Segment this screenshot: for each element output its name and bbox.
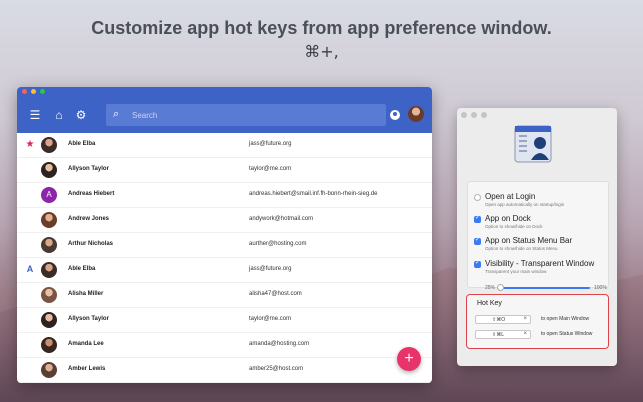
home-icon[interactable]: ⌂ [52, 108, 66, 122]
list-item[interactable]: Allyson Taylor taylor@me.com [17, 158, 432, 183]
toolbar: ☰ ⌂ ⚙ ⌕ [17, 96, 432, 133]
section-letter: A [26, 264, 34, 274]
headline: Customize app hot keys from app preferen… [91, 18, 552, 38]
contact-name: Andreas Hiebert [68, 191, 115, 197]
contact-email: amber25@host.com [249, 366, 304, 372]
preferences-window: Open at Login Open app automatically on … [457, 108, 617, 366]
contact-email: amanda@hosting.com [249, 341, 310, 347]
user-icon[interactable] [390, 110, 400, 120]
avatar-letter: A [41, 187, 57, 203]
app-contacts-icon [514, 125, 552, 163]
minimize-window-button[interactable] [31, 89, 36, 94]
list-item[interactable]: ★ Able Elba jass@future.org [17, 133, 432, 158]
minimize-window-button[interactable] [471, 112, 477, 118]
hotkey-value: ⇧⌘O [492, 317, 506, 323]
contact-email: andywork@hotmail.com [249, 216, 314, 222]
main-window-hotkey-field[interactable]: ⇧⌘O × [475, 315, 531, 324]
status-menu-bar-checkbox[interactable] [474, 236, 481, 245]
avatar [41, 212, 57, 228]
open-at-login-radio[interactable] [474, 194, 481, 201]
avatar [41, 362, 57, 378]
list-item[interactable]: Andrew Jones andywork@hotmail.com [17, 208, 432, 233]
zoom-window-button[interactable] [40, 89, 45, 94]
transparency-slider-knob[interactable] [497, 284, 504, 291]
hot-key-panel: Hot Key ⇧⌘O × to open Main Window ⇧⌘L × … [466, 294, 609, 349]
list-item[interactable]: A Able Elba jass@future.org [17, 258, 432, 283]
list-item[interactable]: Amanda Lee amanda@hosting.com [17, 333, 432, 358]
option-title: App on Status Menu Bar [485, 236, 573, 245]
contact-email: taylor@me.com [249, 316, 292, 322]
contact-email: aurther@hosting.com [249, 241, 307, 247]
contact-name: Andrew Jones [68, 216, 110, 222]
contact-email: jass@future.org [249, 141, 292, 147]
main-window-hotkey-row: ⇧⌘O × to open Main Window [475, 315, 605, 325]
search-input[interactable] [132, 107, 372, 123]
hotkey-description: to open Status Window [541, 331, 593, 337]
slider-max-label: 100% [594, 285, 607, 291]
contact-email: jass@future.org [249, 266, 292, 272]
option-title: App on Dock [485, 214, 531, 223]
close-window-button[interactable] [22, 89, 27, 94]
option-title: Open at Login [485, 192, 536, 201]
option-title: Visibility - Transparent Window [485, 259, 595, 268]
contact-email: alisha47@host.com [249, 291, 302, 297]
shortcut-text: ⌘+, [304, 42, 339, 61]
option-subtitle: Open app automatically on startup/login [485, 202, 565, 207]
contact-name: Able Elba [68, 141, 96, 147]
search-bar: ⌕ [106, 104, 386, 126]
avatar [41, 237, 57, 253]
contact-name: Arthur Nicholas [68, 241, 114, 247]
hotkey-description: to open Main Window [541, 316, 590, 322]
zoom-window-button[interactable] [481, 112, 487, 118]
add-contact-button[interactable]: + [397, 347, 421, 371]
menu-icon[interactable]: ☰ [28, 108, 42, 122]
avatar[interactable] [408, 106, 424, 122]
contact-list: ★ Able Elba jass@future.org Allyson Tayl… [17, 133, 432, 383]
contact-name: Able Elba [68, 266, 96, 272]
list-item[interactable]: A Andreas Hiebert andreas.hiebert@smail.… [17, 183, 432, 208]
close-window-button[interactable] [461, 112, 467, 118]
list-item[interactable]: Alisha Miller alisha47@host.com [17, 283, 432, 308]
list-item[interactable]: Amber Lewis amber25@host.com [17, 358, 432, 383]
title-bar [17, 87, 432, 96]
contact-name: Allyson Taylor [68, 166, 109, 172]
status-window-hotkey-row: ⇧⌘L × to open Status Window [475, 330, 605, 340]
transparent-window-option[interactable]: Visibility - Transparent Window Transpar… [474, 259, 608, 291]
clear-hotkey-button[interactable]: × [523, 316, 527, 322]
contact-email: taylor@me.com [249, 166, 292, 172]
list-item[interactable]: Allyson Taylor taylor@me.com [17, 308, 432, 333]
transparency-slider-track[interactable] [497, 287, 590, 289]
avatar [41, 262, 57, 278]
option-subtitle: Option to show/hide on Status Menu [485, 246, 558, 251]
gear-icon[interactable]: ⚙ [74, 108, 88, 122]
avatar [41, 337, 57, 353]
avatar [41, 162, 57, 178]
star-icon: ★ [25, 139, 35, 150]
option-subtitle: Option to show/hide on Dock [485, 224, 543, 229]
general-options-panel: Open at Login Open app automatically on … [467, 181, 609, 291]
main-window: ☰ ⌂ ⚙ ⌕ ★ Able Elba jass@future.org Ally… [17, 87, 432, 383]
slider-min-label: 25% [485, 285, 496, 291]
status-window-hotkey-field[interactable]: ⇧⌘L × [475, 330, 531, 339]
avatar [41, 137, 57, 153]
app-on-dock-checkbox[interactable] [474, 214, 481, 223]
list-item[interactable]: Arthur Nicholas aurther@hosting.com [17, 233, 432, 258]
contact-email: andreas.hiebert@smail.inf.fh-bonn-rhein-… [249, 191, 378, 197]
clear-hotkey-button[interactable]: × [523, 331, 527, 337]
contact-name: Amanda Lee [68, 341, 104, 347]
search-icon: ⌕ [113, 108, 120, 120]
contact-name: Alisha Miller [68, 291, 104, 297]
contact-name: Allyson Taylor [68, 316, 109, 322]
avatar [41, 312, 57, 328]
avatar [41, 287, 57, 303]
contact-name: Amber Lewis [68, 366, 106, 372]
hot-key-title: Hot Key [477, 300, 502, 307]
transparent-window-checkbox[interactable] [474, 259, 481, 268]
hotkey-value: ⇧⌘L [492, 332, 504, 338]
option-subtitle: Transparent your main window [485, 269, 547, 274]
